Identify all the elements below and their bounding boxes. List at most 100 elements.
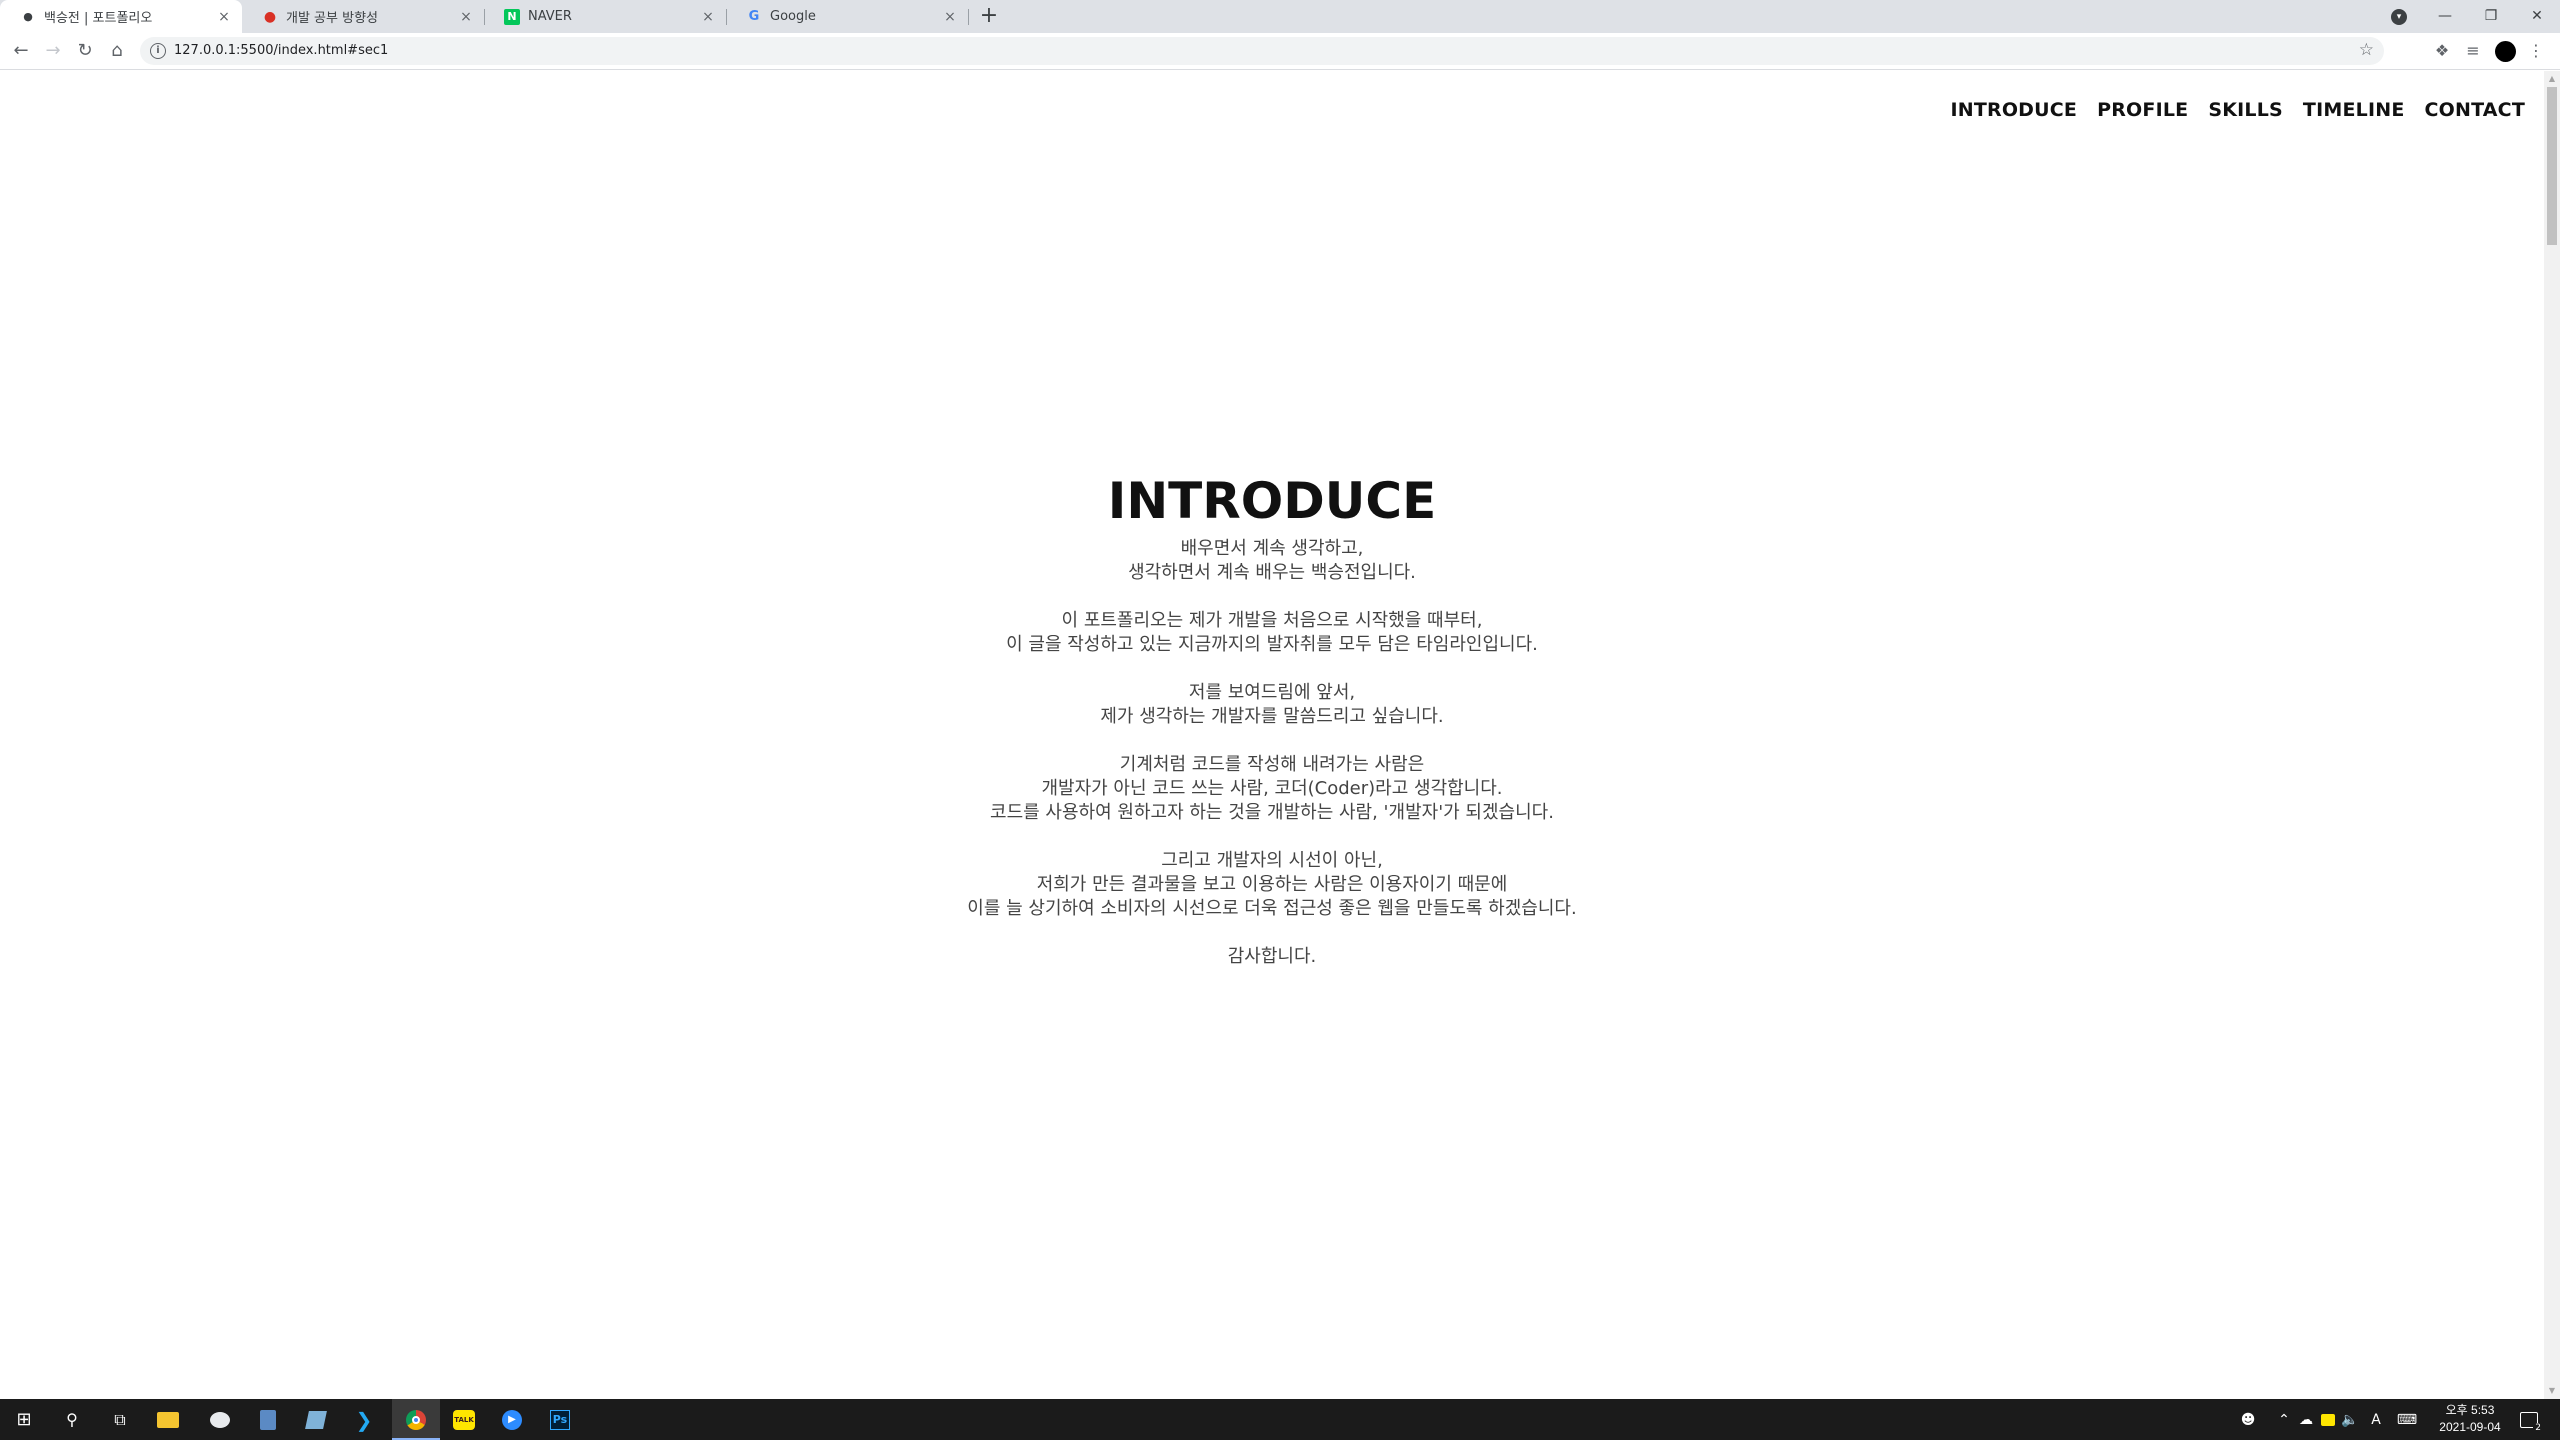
intro-paragraph: 감사합니다.: [0, 945, 2544, 969]
calculator-glyph-icon: [260, 1409, 276, 1430]
zoom-icon[interactable]: ▶: [488, 1399, 536, 1440]
clock-date: 2021-09-04: [2439, 1420, 2501, 1434]
windows-taskbar: ⊞ ⚲ ⧉ ❯ TALK ▶ Ps ☻ ⌃ ☁ 🔈 A ⌨ 오후 5:53 20…: [0, 1399, 2560, 1440]
chrome-logo-icon: [406, 1409, 426, 1430]
intro-line: 이 포트폴리오는 제가 개발을 처음으로 시작했을 때부터,: [1061, 610, 1483, 631]
tab-naver[interactable]: N NAVER ×: [484, 0, 726, 33]
volume-icon[interactable]: 🔈: [2340, 1399, 2360, 1440]
task-view-icon[interactable]: ⧉: [96, 1399, 144, 1440]
minimize-icon[interactable]: —: [2422, 0, 2468, 33]
cloud-icon[interactable]: ☁: [2296, 1399, 2316, 1440]
url-text[interactable]: 127.0.0.1:5500/index.html#sec1: [174, 43, 388, 58]
app-icon[interactable]: [292, 1399, 340, 1440]
section-heading: INTRODUCE: [1107, 472, 1437, 530]
file-explorer-icon[interactable]: [144, 1399, 192, 1440]
tab-close-icon[interactable]: ×: [458, 9, 474, 25]
folder-icon: [157, 1411, 179, 1428]
blue-app-icon: [305, 1410, 327, 1429]
home-icon[interactable]: ⌂: [104, 38, 130, 64]
intro-line: 저희가 만든 결과물을 보고 이용하는 사람은 이용자이기 때문에: [1036, 874, 1508, 895]
tab-title: 개발 공부 방향성: [286, 11, 378, 26]
intro-line: 제가 생각하는 개발자를 말씀드리고 싶습니다.: [1100, 706, 1444, 727]
ime-indicator[interactable]: A: [2366, 1399, 2386, 1440]
tab-close-icon[interactable]: ×: [942, 9, 958, 25]
kakaotalk-logo-icon: TALK: [453, 1409, 475, 1430]
back-icon[interactable]: ←: [8, 38, 34, 64]
tab-title: NAVER: [528, 9, 572, 24]
person-icon: ●: [23, 10, 33, 23]
vscode-icon[interactable]: ❯: [340, 1399, 388, 1440]
nav-contact[interactable]: CONTACT: [2425, 99, 2526, 121]
chrome-icon[interactable]: [392, 1399, 440, 1440]
intro-paragraph: 저를 보여드림에 앞서, 제가 생각하는 개발자를 말씀드리고 싶습니다.: [0, 681, 2544, 729]
tab-google[interactable]: G Google ×: [726, 0, 968, 33]
scroll-down-icon[interactable]: ▼: [2544, 1383, 2560, 1399]
forward-icon[interactable]: →: [40, 38, 66, 64]
calculator-icon[interactable]: [244, 1399, 292, 1440]
intro-line: 그리고 개발자의 시선이 아닌,: [1161, 850, 1383, 871]
intro-line: 코드를 사용하여 원하고자 하는 것을 개발하는 사람, '개발자'가 되겠습니…: [990, 802, 1554, 823]
window-close-icon[interactable]: ✕: [2514, 0, 2560, 33]
clock-time: 오후 5:53: [2445, 1403, 2495, 1417]
google-g-icon: G: [748, 9, 760, 24]
zoom-logo-icon: ▶: [502, 1409, 522, 1430]
system-clock[interactable]: 오후 5:53 2021-09-04: [2425, 1402, 2515, 1436]
naver-n-icon: N: [504, 8, 520, 25]
intro-line: 생각하면서 계속 배우는 백승전입니다.: [1128, 562, 1416, 583]
tab-close-icon[interactable]: ×: [700, 9, 716, 25]
site-info-icon[interactable]: i: [150, 43, 166, 59]
bookmark-star-icon[interactable]: ☆: [2359, 40, 2374, 60]
new-tab-button[interactable]: +: [976, 4, 1002, 30]
extensions-icon[interactable]: ❖: [2430, 39, 2454, 63]
intro-line: 저를 보여드림에 앞서,: [1188, 682, 1356, 703]
notification-count: 2: [2533, 1422, 2543, 1433]
tab-title: Google: [770, 9, 816, 24]
intro-line: 이 글을 작성하고 있는 지금까지의 발자취를 모두 담은 타임라인입니다.: [1006, 634, 1538, 655]
tray-chevron-icon[interactable]: ⌃: [2274, 1399, 2294, 1440]
nav-profile[interactable]: PROFILE: [2097, 99, 2188, 121]
nav-introduce[interactable]: INTRODUCE: [1950, 99, 2077, 121]
intro-line: 감사합니다.: [1227, 946, 1317, 967]
tab-portfolio[interactable]: ● 백승전 | 포트폴리오 ×: [0, 0, 242, 33]
keyboard-icon[interactable]: ⌨: [2396, 1399, 2418, 1440]
kakaotalk-icon[interactable]: TALK: [440, 1399, 488, 1440]
intro-paragraph: 이 포트폴리오는 제가 개발을 처음으로 시작했을 때부터, 이 글을 작성하고…: [0, 609, 2544, 657]
task-view-glyph-icon: ⧉: [114, 1409, 126, 1429]
intro-line: 배우면서 계속 생각하고,: [1180, 538, 1364, 559]
browser-toolbar: ← → ↻ ⌂ i 127.0.0.1:5500/index.html#sec1…: [0, 33, 2560, 70]
intro-paragraph: 기계처럼 코드를 작성해 내려가는 사람은 개발자가 아닌 코드 쓰는 사람, …: [0, 753, 2544, 825]
browser-menu-icon[interactable]: ⋮: [2528, 39, 2544, 63]
reading-list-icon[interactable]: ≡: [2461, 39, 2485, 63]
address-bar[interactable]: i 127.0.0.1:5500/index.html#sec1 ☆: [140, 37, 2384, 65]
scrollbar-thumb[interactable]: [2547, 87, 2557, 245]
nav-timeline[interactable]: TIMELINE: [2303, 99, 2405, 121]
apple-icon: ●: [263, 8, 277, 25]
page-viewport: INTRODUCE PROFILE SKILLS TIMELINE CONTAC…: [0, 71, 2544, 1399]
vscode-logo-icon: ❯: [355, 1407, 373, 1432]
windows-start-icon[interactable]: ⊞: [0, 1399, 48, 1440]
intro-line: 기계처럼 코드를 작성해 내려가는 사람은: [1119, 754, 1425, 775]
reload-icon[interactable]: ↻: [72, 38, 98, 64]
paint-icon[interactable]: [196, 1399, 244, 1440]
people-icon[interactable]: ☻: [2236, 1399, 2260, 1440]
search-icon[interactable]: ⚲: [48, 1399, 96, 1440]
notification-center-icon[interactable]: 2: [2512, 1399, 2546, 1440]
scroll-up-icon[interactable]: ▲: [2544, 71, 2560, 87]
tab-close-icon[interactable]: ×: [216, 9, 232, 25]
magnifier-icon: ⚲: [66, 1410, 78, 1429]
kakaotalk-tray-icon[interactable]: [2318, 1399, 2338, 1440]
tab-search-icon[interactable]: ▾: [2391, 9, 2407, 25]
photoshop-icon[interactable]: Ps: [536, 1399, 584, 1440]
notification-icon: 2: [2520, 1411, 2543, 1433]
page-scrollbar[interactable]: ▲ ▼: [2544, 71, 2560, 1399]
intro-paragraph: 그리고 개발자의 시선이 아닌, 저희가 만든 결과물을 보고 이용하는 사람은…: [0, 849, 2544, 921]
introduce-section: INTRODUCE 배우면서 계속 생각하고, 생각하면서 계속 배우는 백승전…: [0, 471, 2544, 993]
profile-avatar[interactable]: [2495, 41, 2516, 62]
intro-line: 개발자가 아닌 코드 쓰는 사람, 코더(Coder)라고 생각합니다.: [1041, 778, 1503, 799]
browser-tab-strip: ● 백승전 | 포트폴리오 × ● 개발 공부 방향성 × N NAVER × …: [0, 0, 2560, 33]
kakao-badge-icon: [2321, 1413, 2335, 1426]
tab-dev-study[interactable]: ● 개발 공부 방향성 ×: [242, 0, 484, 33]
nav-skills[interactable]: SKILLS: [2208, 99, 2283, 121]
restore-icon[interactable]: ❐: [2468, 0, 2514, 33]
tab-separator: [968, 9, 969, 25]
